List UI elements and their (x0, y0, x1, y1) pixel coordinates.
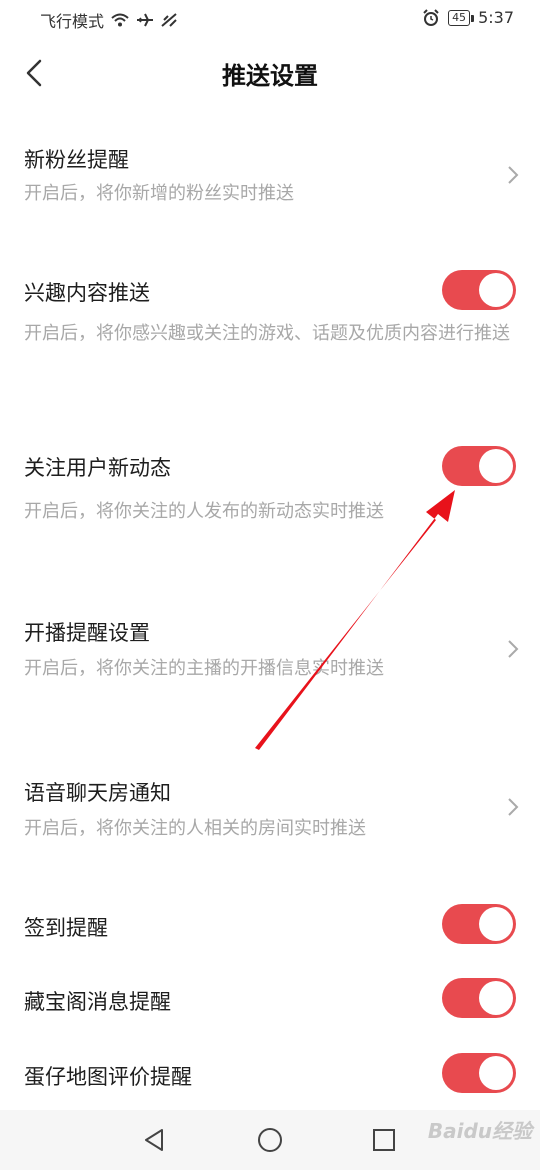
checkin-toggle[interactable] (442, 904, 516, 944)
map-review-toggle[interactable] (442, 1053, 516, 1093)
clock: 5:37 (478, 8, 514, 27)
toggle-knob (479, 1056, 513, 1090)
interest-content-toggle[interactable] (442, 270, 516, 310)
airplane-mode-text: 飞行模式 (40, 12, 105, 31)
setting-title: 语音聊天房通知 (24, 781, 171, 805)
nav-recents-icon[interactable] (368, 1124, 400, 1156)
alarm-icon (423, 8, 439, 26)
setting-title: 签到提醒 (24, 916, 108, 940)
setting-desc: 开启后，将你新增的粉丝实时推送 (24, 183, 294, 204)
setting-interest-content: 兴趣内容推送 开启后，将你感兴趣或关注的游戏、话题及优质内容进行推送 (0, 262, 540, 392)
baidu-watermark: Baidu经验 (427, 1119, 532, 1143)
setting-desc: 开启后，将你关注的人相关的房间实时推送 (24, 818, 366, 839)
airplane-icon (137, 13, 154, 27)
wifi-icon (111, 13, 129, 27)
setting-title: 蛋仔地图评价提醒 (24, 1065, 192, 1089)
setting-voice-room[interactable]: 语音聊天房通知 开启后，将你关注的人相关的房间实时推送 (0, 765, 540, 865)
setting-desc: 开启后，将你关注的人发布的新动态实时推送 (24, 501, 384, 522)
signal-off-icon (161, 13, 177, 27)
toggle-knob (479, 273, 513, 307)
status-right: 45 5:37 (422, 8, 514, 27)
setting-title: 兴趣内容推送 (24, 281, 150, 305)
nav-back-icon[interactable] (138, 1124, 170, 1156)
treasure-messages-toggle[interactable] (442, 978, 516, 1018)
toggle-knob (479, 907, 513, 941)
setting-title: 新粉丝提醒 (24, 148, 129, 172)
setting-desc: 开启后，将你关注的主播的开播信息实时推送 (24, 658, 384, 679)
battery-indicator: 45 (448, 9, 475, 26)
setting-new-followers[interactable]: 新粉丝提醒 开启后，将你新增的粉丝实时推送 (0, 130, 540, 230)
setting-live-reminder[interactable]: 开播提醒设置 开启后，将你关注的主播的开播信息实时推送 (0, 605, 540, 705)
setting-title: 关注用户新动态 (24, 456, 171, 480)
setting-checkin: 签到提醒 (0, 898, 540, 954)
status-bar: 飞行模式 45 5:37 (0, 0, 540, 38)
page-title: 推送设置 (222, 62, 318, 90)
chevron-right-icon (508, 166, 519, 184)
header: 推送设置 (0, 40, 540, 106)
setting-treasure-messages: 藏宝阁消息提醒 (0, 972, 540, 1028)
nav-home-icon[interactable] (254, 1124, 286, 1156)
setting-title: 藏宝阁消息提醒 (24, 990, 171, 1014)
following-updates-toggle[interactable] (442, 446, 516, 486)
setting-title: 开播提醒设置 (24, 621, 150, 645)
toggle-knob (479, 981, 513, 1015)
setting-map-review: 蛋仔地图评价提醒 (0, 1047, 540, 1103)
chevron-right-icon (508, 798, 519, 816)
setting-following-updates: 关注用户新动态 开启后，将你关注的人发布的新动态实时推送 (0, 440, 540, 540)
status-left: 飞行模式 (40, 8, 178, 32)
chevron-right-icon (508, 640, 519, 658)
toggle-knob (479, 449, 513, 483)
setting-desc: 开启后，将你感兴趣或关注的游戏、话题及优质内容进行推送 (24, 323, 510, 344)
